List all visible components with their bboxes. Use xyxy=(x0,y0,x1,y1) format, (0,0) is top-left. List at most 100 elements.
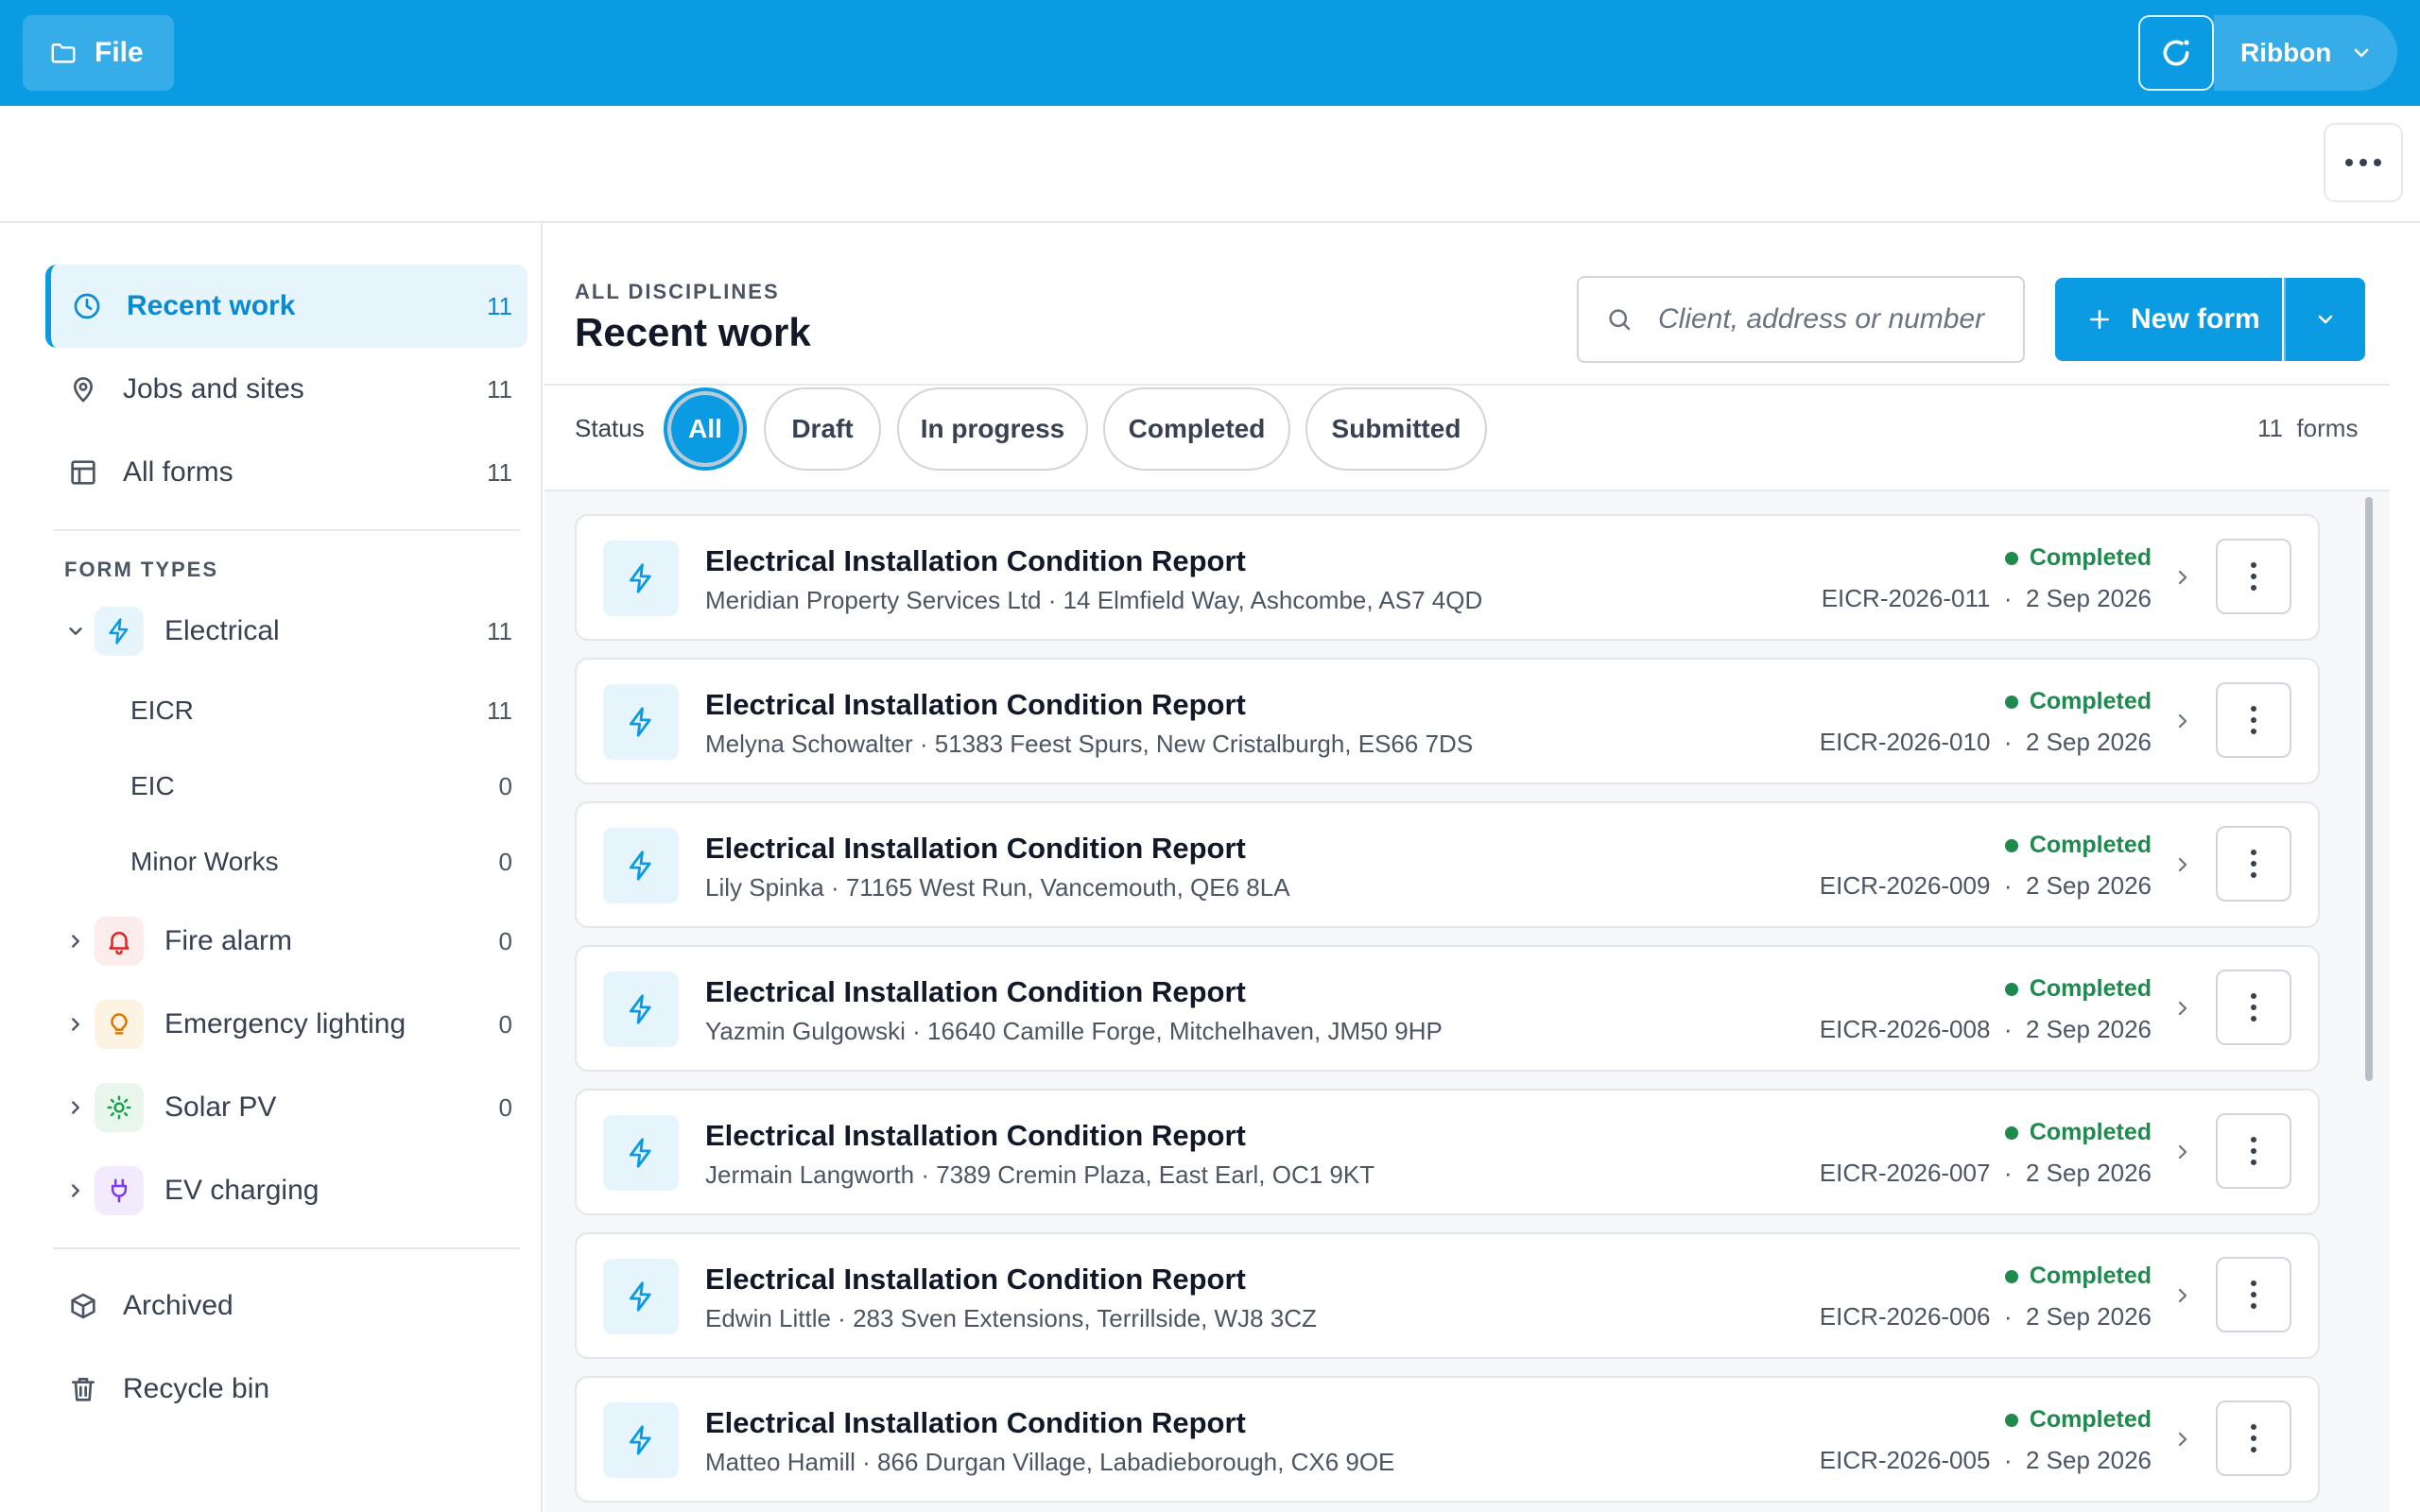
form-actions-button[interactable] xyxy=(2216,1257,2291,1332)
status-dot xyxy=(2004,838,2018,852)
kebab-dot xyxy=(2251,717,2256,723)
kebab-dot xyxy=(2251,562,2256,568)
ribbon-toggle-button[interactable]: Ribbon xyxy=(2214,15,2397,91)
kebab-dot xyxy=(2251,1303,2256,1309)
status-text: Completed xyxy=(2029,688,2152,714)
form-meta: EICR-2026-006 · 2 Sep 2026 xyxy=(1819,1302,2152,1331)
kebab-dot xyxy=(2251,1016,2256,1022)
sidebar-item-archived[interactable]: Archived xyxy=(45,1264,527,1348)
form-actions-button[interactable] xyxy=(2216,682,2291,758)
chevron-right-icon[interactable] xyxy=(57,1097,95,1118)
sidebar-item-label: Archived xyxy=(123,1290,233,1321)
kebab-dot xyxy=(2251,1292,2256,1297)
status-badge: Completed xyxy=(2004,1119,2152,1146)
status-dot xyxy=(2004,551,2018,565)
sidebar-item-label: Recycle bin xyxy=(123,1373,270,1404)
search-input[interactable] xyxy=(1658,303,2008,335)
kebab-dot xyxy=(2251,861,2256,867)
form-card[interactable]: Electrical Installation Condition Report… xyxy=(575,945,2320,1072)
more-options-button[interactable] xyxy=(2324,123,2403,202)
sidebar-item-label: All forms xyxy=(123,456,233,488)
filter-chip-completed[interactable]: Completed xyxy=(1103,387,1290,471)
kebab-dot xyxy=(2251,1160,2256,1165)
sidebar-item-label: Recent work xyxy=(127,290,296,321)
filter-chip-in-progress[interactable]: In progress xyxy=(897,387,1088,471)
status-dot xyxy=(2004,1125,2018,1140)
form-meta: EICR-2026-008 · 2 Sep 2026 xyxy=(1819,1015,2152,1043)
sidebar-subtype-eicr[interactable]: EICR 11 xyxy=(53,675,527,747)
form-title: Electrical Installation Condition Report xyxy=(705,688,1246,721)
form-actions-button[interactable] xyxy=(2216,1400,2291,1476)
status-badge: Completed xyxy=(2004,1406,2152,1434)
sidebar-item-all-forms[interactable]: All forms 11 xyxy=(45,431,527,514)
sidebar-type-electrical[interactable]: Electrical 11 xyxy=(53,593,527,669)
chevron-right-icon[interactable] xyxy=(57,1014,95,1035)
kebab-dot xyxy=(2251,729,2256,734)
sidebar-type-label: Fire alarm xyxy=(164,925,293,956)
sidebar-subtype-minor-works[interactable]: Minor Works 0 xyxy=(53,826,527,898)
status-badge: Completed xyxy=(2004,1263,2152,1290)
sidebar-type-label: Electrical xyxy=(164,615,280,646)
top-bar: File Ribbon xyxy=(0,0,2420,106)
form-card[interactable]: Electrical Installation Condition Report… xyxy=(575,514,2320,641)
filter-chip-submitted[interactable]: Submitted xyxy=(1305,387,1487,471)
chevron-right-icon[interactable] xyxy=(57,931,95,952)
sidebar-type-solar-pv[interactable]: Solar PV 0 xyxy=(53,1070,527,1145)
sidebar-item-jobs-and-sites[interactable]: Jobs and sites 11 xyxy=(45,348,527,431)
clock-icon xyxy=(70,289,104,323)
lightning-icon xyxy=(95,607,144,656)
kebab-dot xyxy=(2251,1137,2256,1143)
status-text: Completed xyxy=(2029,1406,2152,1433)
form-card[interactable]: Electrical Installation Condition Report… xyxy=(575,1089,2320,1215)
chevron-right-icon[interactable] xyxy=(57,1180,95,1201)
sidebar-type-ev-charging[interactable]: EV charging xyxy=(53,1153,527,1228)
status-filter-label: Status xyxy=(575,414,645,442)
form-actions-button[interactable] xyxy=(2216,826,2291,902)
lightning-icon xyxy=(603,971,679,1047)
kebab-dot xyxy=(2251,1148,2256,1154)
new-form-dropdown-button[interactable] xyxy=(2284,278,2365,361)
file-button-label: File xyxy=(95,37,144,68)
form-card[interactable]: Electrical Installation Condition Report… xyxy=(575,1376,2320,1503)
plus-icon xyxy=(2087,307,2112,332)
new-form-label: New form xyxy=(2131,303,2260,335)
new-form-button[interactable]: New form xyxy=(2055,278,2282,361)
kebab-dot xyxy=(2251,706,2256,712)
sidebar-item-recycle-bin[interactable]: Recycle bin xyxy=(45,1348,527,1431)
scrollbar-thumb[interactable] xyxy=(2365,497,2373,1081)
kebab-dot xyxy=(2251,872,2256,878)
form-card[interactable]: Electrical Installation Condition Report… xyxy=(575,801,2320,928)
form-actions-button[interactable] xyxy=(2216,1113,2291,1189)
chevron-right-icon xyxy=(2169,1425,2197,1453)
status-badge: Completed xyxy=(2004,832,2152,859)
filter-chip-all[interactable]: All xyxy=(664,387,747,471)
sync-icon xyxy=(2157,34,2195,72)
form-card[interactable]: Electrical Installation Condition Report… xyxy=(575,1232,2320,1359)
form-actions-button[interactable] xyxy=(2216,970,2291,1045)
breadcrumb: ALL DISCIPLINES xyxy=(575,280,780,303)
sidebar-type-label: Solar PV xyxy=(164,1091,277,1123)
file-button[interactable]: File xyxy=(23,15,174,91)
status-dot xyxy=(2004,1413,2018,1427)
sidebar-subtype-eic[interactable]: EIC 0 xyxy=(53,750,527,822)
sidebar-type-fire-alarm[interactable]: Fire alarm 0 xyxy=(53,903,527,979)
sidebar-type-count: 11 xyxy=(487,616,512,645)
chevron-down-icon xyxy=(2350,42,2373,64)
status-badge: Completed xyxy=(2004,544,2152,572)
sidebar-type-emergency-lighting[interactable]: Emergency lighting 0 xyxy=(53,987,527,1062)
kebab-dot xyxy=(2251,850,2256,855)
status-dot xyxy=(2004,695,2018,709)
sync-button[interactable] xyxy=(2138,15,2214,91)
kebab-dot xyxy=(2251,993,2256,999)
search-box[interactable] xyxy=(1577,276,2025,363)
chevron-down-icon xyxy=(2314,308,2337,331)
chevron-down-icon[interactable] xyxy=(57,621,95,642)
form-actions-button[interactable] xyxy=(2216,539,2291,614)
sidebar-item-recent-work[interactable]: Recent work 11 xyxy=(45,265,527,348)
ribbon-panel xyxy=(0,106,2420,223)
filter-chip-draft[interactable]: Draft xyxy=(764,387,881,471)
form-card[interactable]: Electrical Installation Condition Report… xyxy=(575,658,2320,784)
box-icon xyxy=(66,1289,100,1323)
sidebar-type-count: 0 xyxy=(498,926,512,955)
kebab-dot xyxy=(2251,1280,2256,1286)
